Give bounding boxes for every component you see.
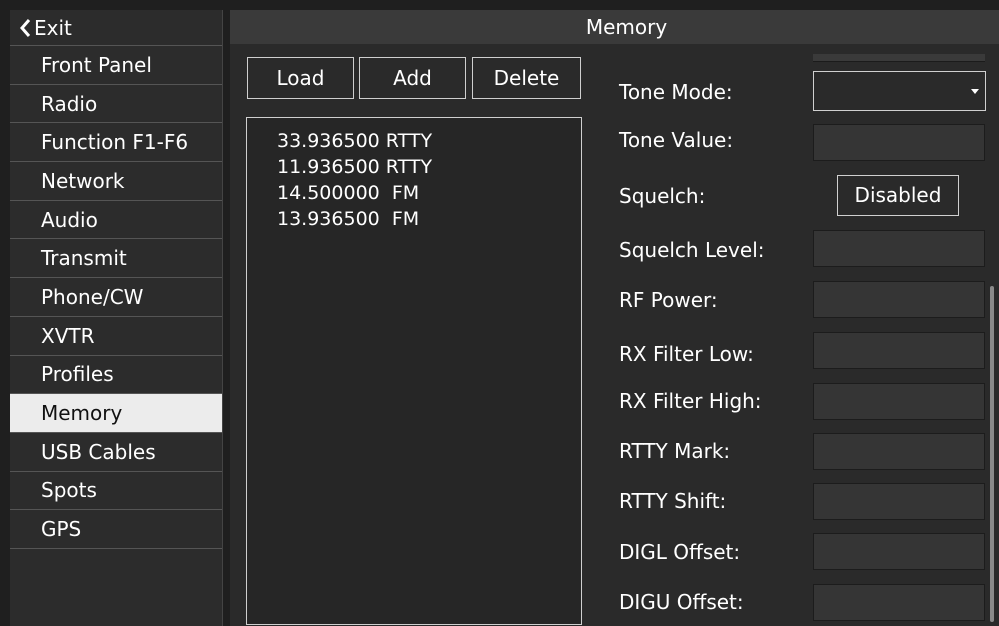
sidebar: Exit Front Panel Radio Function F1-F6 Ne… [10, 10, 223, 626]
squelch-level-field[interactable] [813, 230, 985, 267]
list-item[interactable]: 33.936500 RTTY [277, 128, 581, 154]
sidebar-item-front-panel[interactable]: Front Panel [10, 46, 222, 85]
rf-power-field[interactable] [813, 281, 985, 318]
sidebar-item-usb-cables[interactable]: USB Cables [10, 433, 222, 472]
digu-offset-field[interactable] [813, 584, 985, 621]
sidebar-item-gps[interactable]: GPS [10, 510, 222, 549]
tone-mode-label: Tone Mode: [619, 80, 733, 104]
rx-filter-high-label: RX Filter High: [619, 389, 762, 413]
sidebar-item-phone-cw[interactable]: Phone/CW [10, 278, 222, 317]
rtty-mark-label: RTTY Mark: [619, 439, 731, 463]
rx-filter-high-field[interactable] [813, 383, 985, 420]
delete-button[interactable]: Delete [472, 57, 581, 99]
scrollbar[interactable] [990, 286, 994, 622]
list-item[interactable]: 14.500000 FM [277, 180, 581, 206]
memory-list[interactable]: 33.936500 RTTY 11.936500 RTTY 14.500000 … [246, 117, 582, 625]
rtty-shift-label: RTTY Shift: [619, 489, 727, 513]
load-button[interactable]: Load [247, 57, 354, 99]
tone-mode-select[interactable] [813, 71, 986, 111]
list-item[interactable]: 11.936500 RTTY [277, 154, 581, 180]
chevron-left-icon [20, 18, 31, 37]
sidebar-item-network[interactable]: Network [10, 162, 222, 201]
tone-value-label: Tone Value: [619, 128, 734, 152]
squelch-toggle-button[interactable]: Disabled [837, 175, 959, 216]
sidebar-item-memory[interactable]: Memory [10, 394, 222, 433]
field-box-partial [813, 54, 985, 62]
exit-button[interactable]: Exit [10, 10, 222, 46]
sidebar-item-radio[interactable]: Radio [10, 85, 222, 124]
rx-filter-low-label: RX Filter Low: [619, 342, 754, 366]
tone-value-field[interactable] [813, 124, 985, 161]
sidebar-item-xvtr[interactable]: XVTR [10, 317, 222, 356]
squelch-level-label: Squelch Level: [619, 238, 765, 262]
caret-down-icon [971, 89, 979, 94]
digu-offset-label: DIGU Offset: [619, 590, 744, 614]
digl-offset-field[interactable] [813, 533, 985, 570]
sidebar-item-spots[interactable]: Spots [10, 472, 222, 511]
list-item[interactable]: 13.936500 FM [277, 206, 581, 232]
rx-filter-low-field[interactable] [813, 332, 985, 369]
sidebar-item-function[interactable]: Function F1-F6 [10, 123, 222, 163]
rf-power-label: RF Power: [619, 288, 718, 312]
memory-panel: Memory Load Add Delete 33.936500 RTTY 11… [230, 10, 999, 626]
squelch-label: Squelch: [619, 184, 706, 208]
page-title: Memory [230, 10, 999, 44]
sidebar-item-profiles[interactable]: Profiles [10, 356, 222, 395]
rtty-shift-field[interactable] [813, 483, 985, 520]
rtty-mark-field[interactable] [813, 433, 985, 470]
add-button[interactable]: Add [359, 57, 466, 99]
sidebar-item-transmit[interactable]: Transmit [10, 239, 222, 279]
digl-offset-label: DIGL Offset: [619, 540, 741, 564]
sidebar-item-audio[interactable]: Audio [10, 201, 222, 240]
exit-label: Exit [34, 15, 72, 40]
